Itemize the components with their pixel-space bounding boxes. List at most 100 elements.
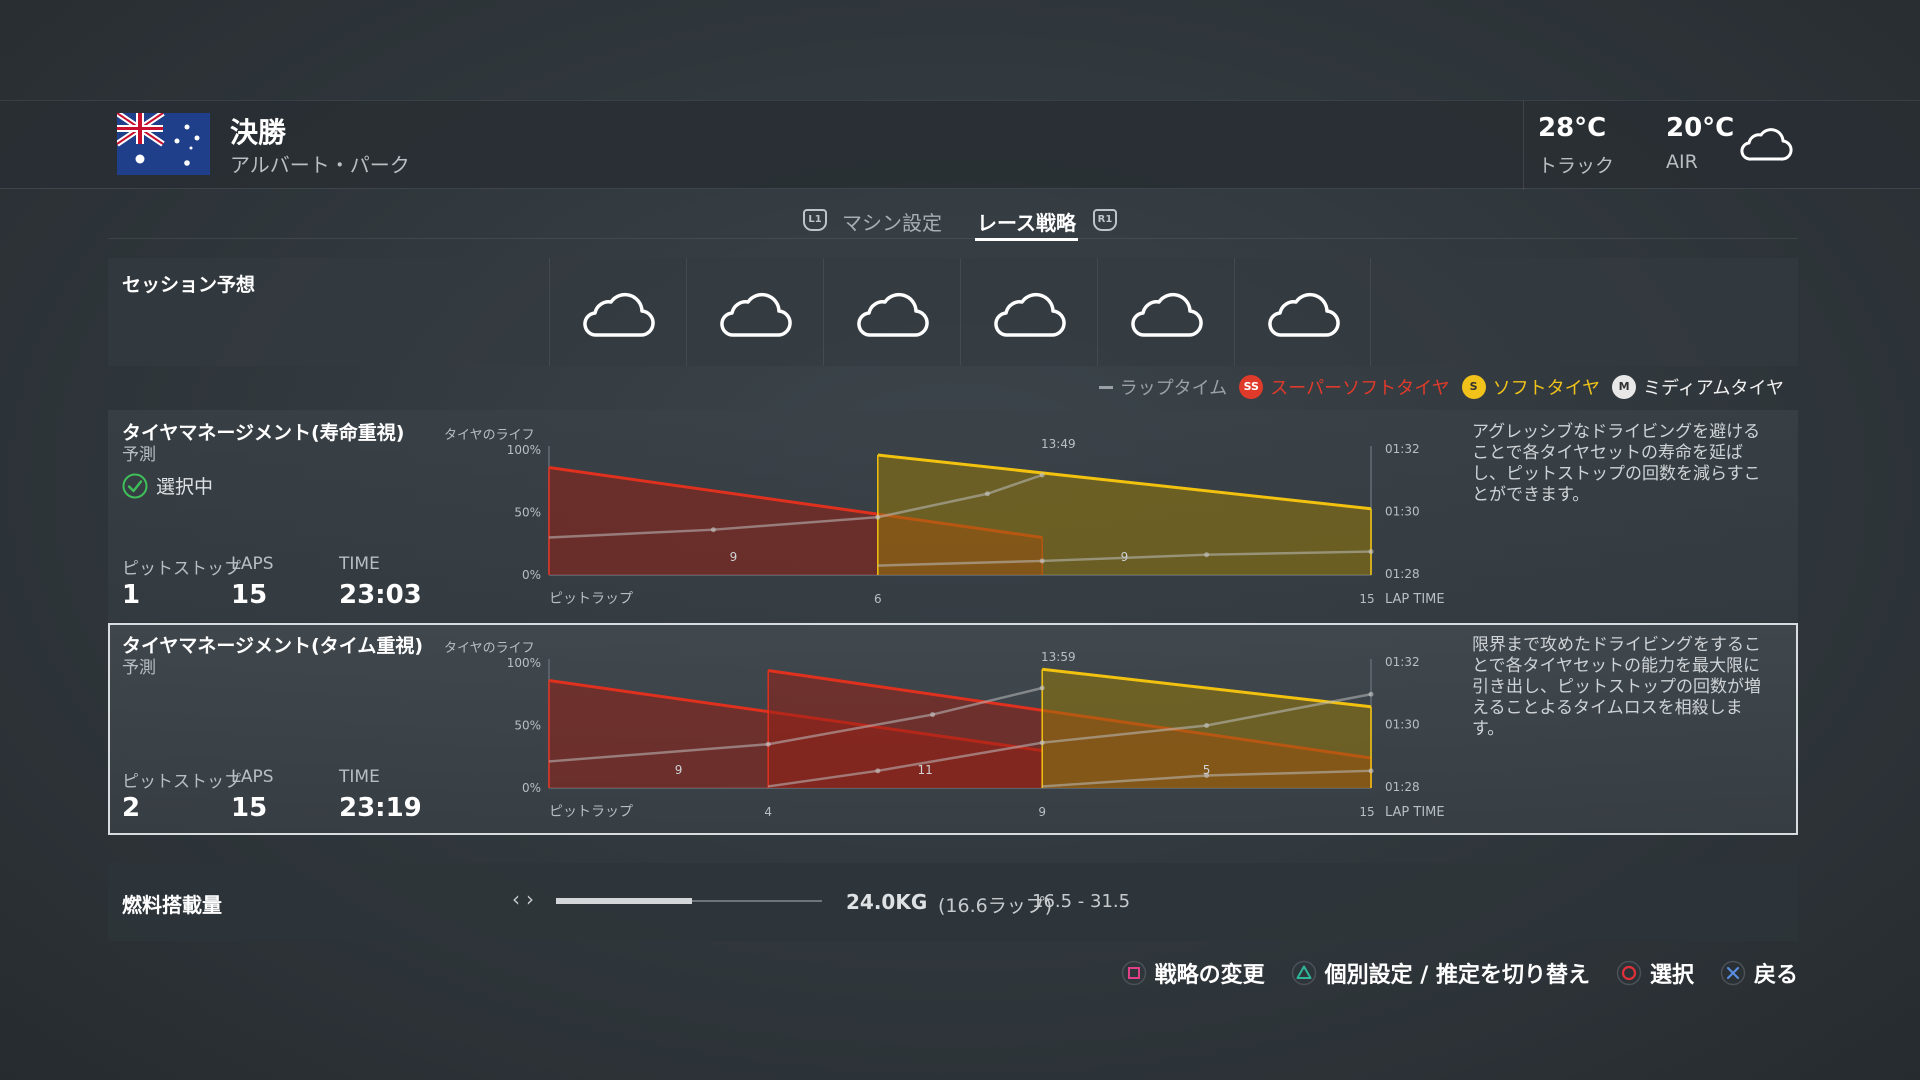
lap-time-point: [1039, 740, 1045, 746]
tab-bar: L1 マシン設定 レース戦略 R1: [0, 205, 1920, 241]
lap-time-point: [875, 768, 881, 774]
event-header: 決勝 アルバート・パーク 28°C トラック 20°C AIR: [0, 100, 1920, 190]
session-forecast-label: セッション予想: [122, 274, 256, 296]
legend-lap-time-label: ラップタイム: [1119, 378, 1228, 399]
strategy-card-tyre-life[interactable]: タイヤマネージメント(寿命重視) タイヤのライフ 予測 選択中 ピットストップ …: [108, 410, 1798, 622]
y-tick-label-right: 01:32: [1385, 655, 1420, 669]
stint-lap-count: 9: [730, 550, 738, 564]
prompt-label: 選択: [1649, 963, 1694, 988]
cloud-icon: [583, 292, 655, 337]
stint-lap-count: 11: [918, 763, 933, 777]
y-tick-label: 0%: [522, 568, 541, 582]
square-button-icon: [1121, 960, 1146, 986]
y-tick-label-right: 01:28: [1385, 780, 1420, 794]
strategy-description: 限界まで攻めたドライビングをすることで各タイヤセットの能力を最大限に引き出し、ピ…: [1472, 635, 1761, 739]
x-axis-label: ピットラップ: [549, 591, 633, 607]
chevron-right-icon[interactable]: ›: [526, 887, 540, 911]
legend-soft: S ソフトタイヤ: [1461, 374, 1601, 400]
forecast-slot-4: [960, 258, 1097, 366]
y-tick-label-right: 01:30: [1385, 718, 1420, 732]
chart-legend: ラップタイム SS スーパーソフトタイヤ S ソフトタイヤ M ミディアムタイヤ: [1098, 373, 1784, 401]
tab-machine-setup[interactable]: マシン設定: [842, 207, 942, 236]
lap-time-point: [875, 514, 881, 520]
lap-time-point: [1204, 552, 1210, 558]
lap-time-point: [1368, 768, 1374, 774]
fuel-amount: 24.0KG: [846, 890, 928, 914]
legend-lap-time: ラップタイム: [1098, 374, 1228, 400]
session-forecast-panel: セッション予想: [108, 258, 1798, 366]
fuel-load-panel: 燃料搭載量 ‹› 24.0KG (16.6ラップ) 16.5 - 31.5: [108, 863, 1798, 941]
lap-time-point: [1039, 472, 1045, 478]
y-axis-label-right: LAP TIME: [1385, 805, 1445, 820]
fuel-adjust-arrows[interactable]: ‹›: [512, 887, 540, 911]
track-temperature: 28°C: [1538, 113, 1607, 143]
cloud-icon: [720, 292, 792, 337]
forecast-slot-2: [686, 258, 823, 366]
lap-time-point: [1368, 691, 1374, 697]
lap-time-point: [1039, 685, 1045, 691]
r1-button-icon: R1: [1093, 209, 1117, 231]
x-tick-label: 4: [764, 805, 772, 819]
strategy-card-time-focus[interactable]: タイヤマネージメント(タイム重視) タイヤのライフ 予測 ピットストップ LAP…: [108, 623, 1798, 835]
circuit-name: アルバート・パーク: [230, 153, 410, 177]
tyre-life-chart: 100% 50% 0% 01:32 01:30 01:28 ピットラップ LAP TIME 13…: [507, 437, 1445, 607]
fuel-slider[interactable]: [556, 898, 822, 904]
legend-supersoft: SS スーパーソフトタイヤ: [1239, 374, 1450, 400]
prompt-change-strategy[interactable]: 戦略の変更: [1121, 957, 1265, 989]
soft-tyre-icon: S: [1461, 375, 1486, 399]
legend-soft-label: ソフトタイヤ: [1492, 378, 1601, 399]
lap-time-point: [765, 741, 771, 747]
lap-time-point: [710, 527, 716, 533]
prompt-label: 個別設定 / 推定を切り替え: [1324, 963, 1590, 988]
stint-lap-count: 9: [675, 763, 683, 777]
y-tick-label: 50%: [514, 506, 541, 520]
forecast-slot-3: [823, 258, 960, 366]
prompt-toggle-settings[interactable]: 個別設定 / 推定を切り替え: [1291, 957, 1590, 989]
cloud-icon: [1740, 128, 1793, 161]
y-tick-label: 100%: [507, 656, 541, 670]
y-tick-label: 0%: [522, 781, 541, 795]
weather-info: 28°C トラック 20°C AIR: [1523, 101, 1920, 190]
legend-medium: M ミディアムタイヤ: [1612, 374, 1784, 400]
strategy-description: アグレッシブなドライビングを避けることで各タイヤセットの寿命を延ばし、ピットスト…: [1472, 422, 1761, 505]
x-tick-label: 6: [874, 592, 882, 606]
triangle-button-icon: [1291, 960, 1316, 986]
lap-time-point: [1204, 773, 1210, 778]
fuel-slider-fill: [556, 898, 692, 904]
session-title: 決勝: [230, 116, 287, 149]
y-tick-label-right: 01:30: [1385, 505, 1420, 519]
air-temperature: 20°C: [1666, 113, 1735, 143]
cross-button-icon: [1720, 960, 1746, 986]
x-tick-label: 15: [1359, 592, 1374, 606]
y-tick-label: 100%: [507, 443, 541, 457]
prompt-label: 戻る: [1753, 963, 1798, 988]
total-time-label: 13:49: [1041, 437, 1076, 451]
tab-race-strategy[interactable]: レース戦略: [977, 207, 1076, 236]
x-tick-label: 15: [1359, 805, 1374, 819]
x-axis-label: ピットラップ: [549, 804, 633, 820]
legend-supersoft-label: スーパーソフトタイヤ: [1270, 378, 1450, 399]
medium-tyre-icon: M: [1612, 375, 1637, 399]
australia-flag-icon: [117, 113, 210, 175]
lap-time-dash-icon: [1098, 385, 1113, 389]
button-prompts: 戦略の変更 個別設定 / 推定を切り替え 選択 戻る: [1121, 957, 1798, 989]
lap-time-point: [1204, 723, 1210, 728]
prompt-select[interactable]: 選択: [1616, 957, 1694, 989]
chevron-left-icon[interactable]: ‹: [512, 887, 526, 911]
supersoft-tyre-icon: SS: [1239, 375, 1264, 399]
prompt-back[interactable]: 戻る: [1720, 957, 1798, 989]
y-tick-label: 50%: [514, 719, 541, 733]
fuel-load-label: 燃料搭載量: [122, 893, 222, 917]
prompt-label: 戦略の変更: [1154, 963, 1265, 988]
tyre-life-chart: 100% 50% 0% 01:32 01:30 01:28 ピットラップ LAP TIME 13…: [507, 650, 1445, 820]
air-temperature-label: AIR: [1666, 151, 1698, 173]
lap-time-point: [1039, 558, 1045, 564]
divider: [108, 238, 1798, 239]
total-time-label: 13:59: [1041, 650, 1076, 664]
cloud-icon: [994, 292, 1066, 337]
lap-time-point: [1368, 549, 1374, 555]
cloud-icon: [857, 292, 929, 337]
y-tick-label-right: 01:32: [1385, 442, 1420, 456]
x-tick-label: 9: [1038, 805, 1046, 819]
legend-medium-label: ミディアムタイヤ: [1643, 378, 1784, 399]
